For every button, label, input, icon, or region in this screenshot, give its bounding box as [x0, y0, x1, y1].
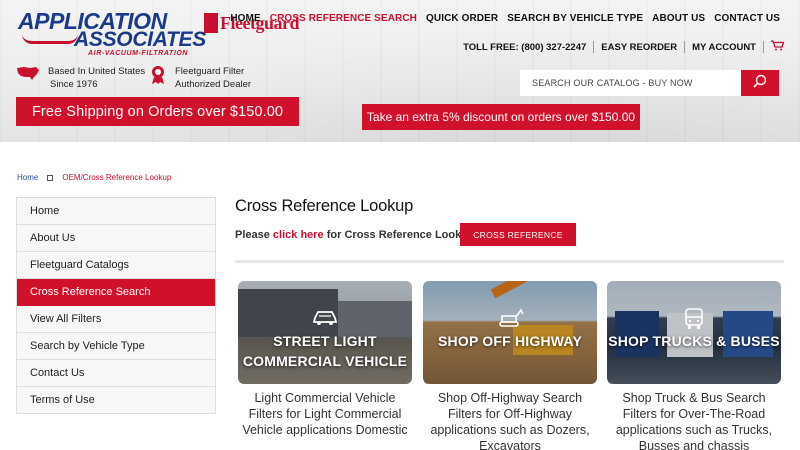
card-label: SHOP TRUCKS & BUSES: [607, 331, 781, 351]
sidebar-item-about-us[interactable]: About Us: [17, 225, 215, 252]
breadcrumb-home[interactable]: Home: [17, 173, 38, 182]
divider: [763, 41, 764, 53]
toll-free-phone[interactable]: TOLL FREE: (800) 327-2247: [463, 42, 586, 53]
award-ribbon-icon: [149, 65, 167, 89]
card-label: STREET LIGHT COMMERCIAL VEHICLE: [238, 331, 412, 371]
card-description: Shop Truck & Bus Search Filters for Over…: [615, 391, 773, 450]
category-card-trucks-buses[interactable]: SHOP TRUCKS & BUSES Shop Truck & Bus Sea…: [607, 281, 781, 450]
usa-badge-line2: Since 1976: [50, 79, 98, 90]
usa-badge: Based In United States Since 1976: [16, 65, 145, 91]
nav-search-by-vehicle-type[interactable]: SEARCH BY VEHICLE TYPE: [507, 13, 643, 24]
card-description: Shop Off-Highway Search Filters for Off-…: [430, 391, 590, 450]
cross-reference-prompt: Please click here for Cross Reference Lo…: [235, 229, 475, 241]
usa-badge-line1: Based In United States: [48, 66, 146, 77]
category-card-off-highway[interactable]: SHOP OFF HIGHWAY Shop Off-Highway Search…: [423, 281, 597, 450]
section-divider: [235, 260, 784, 263]
usa-map-icon: [16, 65, 40, 85]
divider: [684, 41, 686, 53]
car-icon: [312, 308, 338, 331]
application-associates-logo[interactable]: APPLICATION ASSOCIATES AIR-VACUUM-FILTRA…: [18, 8, 206, 57]
sidebar-item-contact-us[interactable]: Contact Us: [17, 360, 215, 387]
card-description: Light Commercial Vehicle Filters for Lig…: [242, 391, 408, 437]
catalog-search: [520, 70, 779, 96]
cross-reference-button[interactable]: CROSS REFERENCE: [460, 223, 576, 246]
click-here-link[interactable]: click here: [273, 229, 324, 241]
easy-reorder-link[interactable]: EASY REORDER: [601, 42, 677, 53]
sidebar-item-search-by-vehicle-type[interactable]: Search by Vehicle Type: [17, 333, 215, 360]
my-account-link[interactable]: MY ACCOUNT: [692, 42, 756, 53]
cart-icon[interactable]: [771, 40, 785, 54]
card-label-line1: SHOP TRUCKS & BUSES: [608, 333, 780, 349]
sidebar-item-cross-reference-search[interactable]: Cross Reference Search: [17, 279, 215, 306]
search-button[interactable]: [741, 70, 779, 96]
breadcrumb-current[interactable]: OEM/Cross Reference Lookup: [62, 173, 171, 182]
light-commercial-image[interactable]: STREET LIGHT COMMERCIAL VEHICLE: [238, 281, 412, 384]
utility-bar: TOLL FREE: (800) 327-2247 EASY REORDER M…: [463, 40, 785, 54]
nav-about-us[interactable]: ABOUT US: [652, 13, 705, 24]
logo-tagline: AIR-VACUUM-FILTRATION: [88, 50, 189, 57]
sidebar-item-terms-of-use[interactable]: Terms of Use: [17, 387, 215, 414]
prompt-after: for Cross Reference Lookup: [323, 229, 475, 241]
dealer-badge-line2: Authorized Dealer: [175, 79, 252, 90]
fleetguard-mark: [204, 13, 218, 33]
breadcrumb: Home OEM/Cross Reference Lookup: [17, 173, 171, 182]
sidebar-item-home[interactable]: Home: [17, 198, 215, 225]
prompt-before: Please: [235, 229, 273, 241]
trucks-buses-image[interactable]: SHOP TRUCKS & BUSES: [607, 281, 781, 384]
dealer-badge: Fleetguard Filter Authorized Dealer: [149, 65, 251, 91]
dealer-badge-line1: Fleetguard Filter: [175, 66, 245, 77]
sidebar-item-fleetguard-catalogs[interactable]: Fleetguard Catalogs: [17, 252, 215, 279]
nav-home[interactable]: HOME: [230, 13, 260, 24]
search-icon: [753, 74, 767, 93]
free-shipping-banner[interactable]: Free Shipping on Orders over $150.00: [16, 97, 299, 126]
nav-contact-us[interactable]: CONTACT US: [714, 13, 780, 24]
logo-line2: ASSOCIATES: [74, 28, 206, 51]
site-header: APPLICATION ASSOCIATES AIR-VACUUM-FILTRA…: [0, 0, 800, 142]
divider: [593, 41, 595, 53]
card-label: SHOP OFF HIGHWAY: [423, 331, 597, 351]
top-navigation: HOME CROSS REFERENCE SEARCH QUICK ORDER …: [221, 13, 780, 24]
logo-swoosh: [22, 34, 78, 44]
nav-quick-order[interactable]: QUICK ORDER: [426, 13, 498, 24]
breadcrumb-separator-icon: [47, 174, 54, 181]
page-title: Cross Reference Lookup: [235, 197, 414, 215]
search-input[interactable]: [520, 70, 741, 96]
discount-banner[interactable]: Take an extra 5% discount on orders over…: [362, 104, 640, 130]
off-highway-image[interactable]: SHOP OFF HIGHWAY: [423, 281, 597, 384]
nav-cross-reference-search[interactable]: CROSS REFERENCE SEARCH: [270, 13, 417, 24]
sidebar-item-view-all-filters[interactable]: View All Filters: [17, 306, 215, 333]
card-label-line1: SHOP OFF HIGHWAY: [438, 333, 582, 349]
category-card-light-commercial[interactable]: STREET LIGHT COMMERCIAL VEHICLE Light Co…: [238, 281, 412, 438]
card-label-line2: COMMERCIAL VEHICLE: [242, 353, 408, 369]
card-label-line1: STREET LIGHT: [273, 333, 377, 349]
sidebar-menu: Home About Us Fleetguard Catalogs Cross …: [16, 197, 216, 414]
excavator-icon: [496, 308, 524, 333]
